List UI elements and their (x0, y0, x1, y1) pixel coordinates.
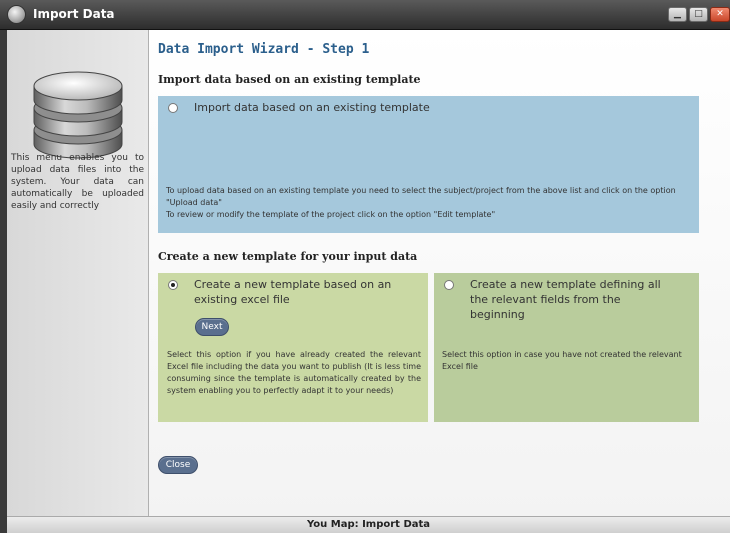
minimize-icon: ▁ (674, 9, 681, 19)
existing-template-heading: Import data based on an existing templat… (158, 73, 421, 86)
sidebar: This menu enables you to upload data fil… (7, 30, 149, 516)
window-title: Import Data (33, 7, 115, 21)
wizard-title: Data Import Wizard - Step 1 (158, 42, 370, 57)
status-bar: You Map: Import Data (7, 516, 730, 533)
title-bar[interactable]: Import Data ▁ □ ✕ (0, 0, 730, 30)
import-data-window: Import Data ▁ □ ✕ This menu enables you … (0, 0, 730, 533)
new-template-heading: Create a new template for your input dat… (158, 250, 418, 263)
excel-template-option-label[interactable]: Create a new template based on an existi… (194, 277, 394, 307)
manual-template-option-label[interactable]: Create a new template defining all the r… (470, 277, 675, 322)
minimize-button[interactable]: ▁ (668, 7, 687, 22)
sidebar-description: This menu enables you to upload data fil… (11, 153, 144, 211)
close-window-button[interactable]: ✕ (710, 7, 730, 22)
close-button[interactable]: Close (158, 456, 198, 474)
status-bar-text: You Map: Import Data (306, 519, 431, 530)
window-frame-left (0, 30, 7, 533)
maximize-icon: □ (694, 9, 703, 19)
database-icon (7, 5, 26, 24)
existing-template-radio[interactable] (168, 103, 178, 113)
existing-template-panel: Import data based on an existing templat… (158, 96, 699, 233)
excel-template-description: Select this option if you have already c… (167, 350, 421, 395)
existing-template-description: To upload data based on an existing temp… (166, 185, 696, 221)
manual-template-description: Select this option in case you have not … (442, 350, 682, 371)
excel-template-panel: Create a new template based on an existi… (158, 273, 428, 422)
existing-template-option-label[interactable]: Import data based on an existing templat… (194, 100, 430, 115)
existing-template-description-line2: To review or modify the template of the … (166, 210, 496, 219)
maximize-button[interactable]: □ (689, 7, 708, 22)
database-icon (33, 71, 123, 159)
next-button[interactable]: Next (195, 318, 229, 336)
excel-template-radio[interactable] (168, 280, 178, 290)
existing-template-description-line1: To upload data based on an existing temp… (166, 186, 676, 207)
manual-template-radio[interactable] (444, 280, 454, 290)
manual-template-panel: Create a new template defining all the r… (434, 273, 699, 422)
close-icon: ✕ (716, 9, 724, 19)
wizard-content: Data Import Wizard - Step 1 Import data … (149, 30, 730, 516)
